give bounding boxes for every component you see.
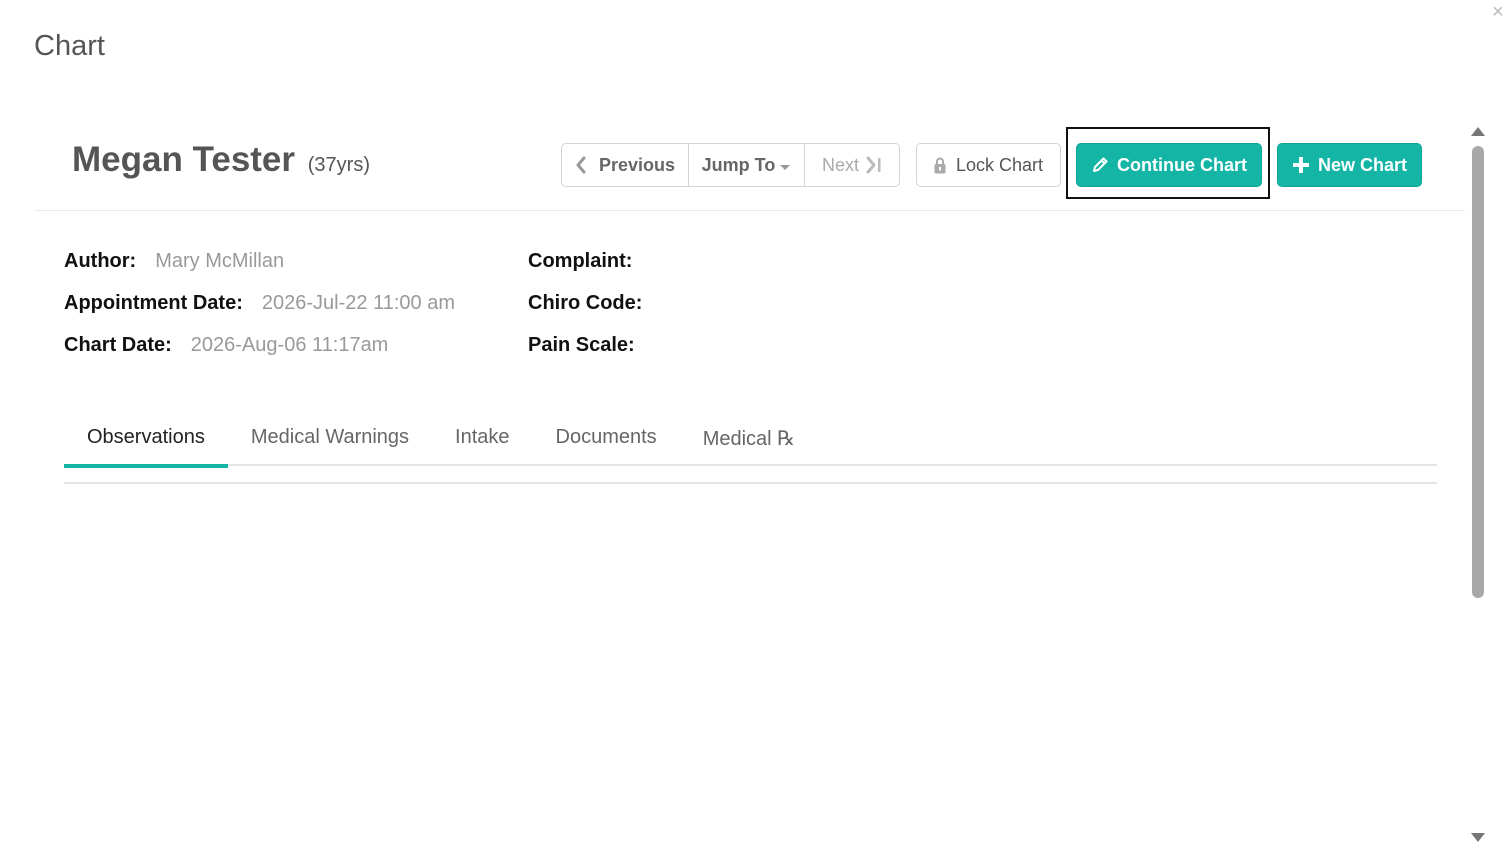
chart-tabs: Observations Medical Warnings Intake Doc… bbox=[64, 420, 1437, 468]
continue-chart-label: Continue Chart bbox=[1117, 154, 1247, 175]
pain-scale-label: Pain Scale: bbox=[528, 334, 635, 356]
complaint-row: Complaint: bbox=[528, 250, 632, 273]
continue-chart-button[interactable]: Continue Chart bbox=[1076, 143, 1262, 187]
tab-documents[interactable]: Documents bbox=[533, 420, 680, 466]
new-chart-button[interactable]: New Chart bbox=[1277, 143, 1422, 187]
patient-name: Megan Tester bbox=[72, 140, 296, 179]
tab-intake[interactable]: Intake bbox=[432, 420, 532, 466]
chart-date-label: Chart Date: bbox=[64, 334, 172, 356]
tab-medical-rx[interactable]: Medical ℞ bbox=[680, 420, 818, 466]
appointment-date-row: Appointment Date: 2026-Jul-22 11:00 am bbox=[64, 292, 455, 315]
skip-next-icon bbox=[866, 156, 881, 174]
jump-to-dropdown[interactable]: Jump To bbox=[689, 144, 805, 186]
tab-medical-warnings[interactable]: Medical Warnings bbox=[228, 420, 432, 466]
chart-modal: Chart × Megan Tester (37yrs) Previous Ju… bbox=[0, 0, 1506, 849]
header-divider bbox=[35, 210, 1465, 211]
previous-button[interactable]: Previous bbox=[562, 144, 689, 186]
next-button[interactable]: Next bbox=[805, 144, 899, 186]
appointment-date-value: 2026-Jul-22 11:00 am bbox=[261, 292, 455, 314]
chart-navigation: Previous Jump To Next bbox=[561, 143, 900, 187]
scroll-down-icon[interactable] bbox=[1471, 833, 1485, 842]
caret-down-icon bbox=[780, 165, 791, 170]
chart-date-value: 2026-Aug-06 11:17am bbox=[190, 334, 389, 356]
pain-scale-row: Pain Scale: bbox=[528, 334, 635, 357]
plus-icon bbox=[1292, 157, 1309, 173]
patient-name-heading: Megan Tester (37yrs) bbox=[72, 140, 370, 180]
chiro-code-row: Chiro Code: bbox=[528, 292, 642, 315]
chiro-code-label: Chiro Code: bbox=[528, 292, 643, 314]
pencil-icon bbox=[1093, 157, 1108, 172]
chart-date-row: Chart Date: 2026-Aug-06 11:17am bbox=[64, 334, 388, 357]
tab-observations[interactable]: Observations bbox=[64, 420, 228, 468]
scroll-up-icon[interactable] bbox=[1471, 127, 1485, 136]
close-icon[interactable]: × bbox=[1492, 2, 1504, 22]
author-label: Author: bbox=[64, 250, 137, 272]
tab-panel-divider bbox=[64, 482, 1437, 484]
author-value: Mary McMillan bbox=[155, 250, 285, 272]
chevron-left-icon bbox=[576, 156, 586, 174]
scrollbar-thumb[interactable] bbox=[1472, 146, 1484, 598]
appointment-date-label: Appointment Date: bbox=[64, 292, 243, 314]
jump-to-label: Jump To bbox=[701, 154, 776, 175]
lock-icon bbox=[934, 157, 946, 173]
lock-chart-label: Lock Chart bbox=[955, 154, 1044, 175]
complaint-label: Complaint: bbox=[528, 250, 633, 272]
previous-label: Previous bbox=[598, 154, 676, 175]
vertical-scrollbar[interactable] bbox=[1468, 124, 1488, 846]
new-chart-label: New Chart bbox=[1317, 154, 1407, 175]
patient-age: (37yrs) bbox=[307, 154, 370, 176]
next-label: Next bbox=[821, 154, 859, 175]
author-row: Author: Mary McMillan bbox=[64, 250, 284, 273]
lock-chart-button[interactable]: Lock Chart bbox=[916, 143, 1061, 187]
modal-title: Chart bbox=[34, 30, 105, 62]
